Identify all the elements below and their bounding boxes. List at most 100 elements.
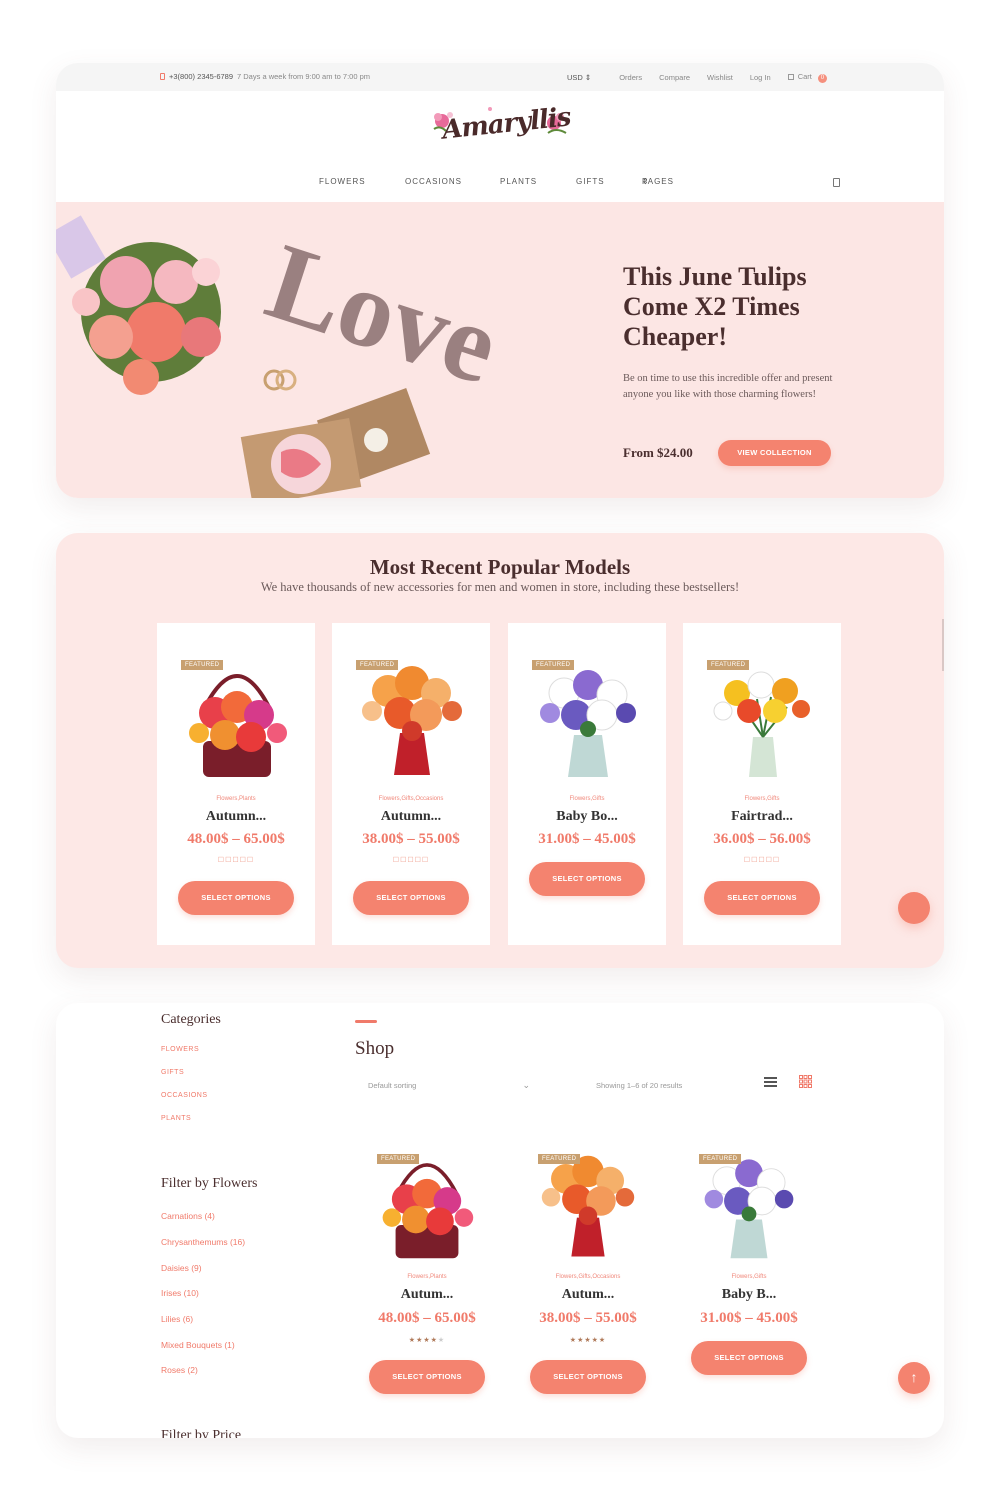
select-options-button[interactable]: SELECT OPTIONS xyxy=(369,1360,485,1394)
product-price: 38.00$ – 55.00$ xyxy=(362,831,460,847)
product-name[interactable]: Autum... xyxy=(357,1287,497,1303)
currency-select[interactable]: USD ⇕ xyxy=(567,73,591,82)
product-rating: ☐☐☐☐☐ xyxy=(743,857,781,864)
compare-link[interactable]: Compare xyxy=(659,73,690,82)
star-icon: ★ xyxy=(423,1337,431,1344)
product-card[interactable]: FEATURED Flowers,Gifts,Occasions Autumn.… xyxy=(332,623,490,945)
filter-price-title: Filter by Price xyxy=(161,1428,242,1438)
top-bar: +3(800) 2345-6789 7 Days a week from 9:0… xyxy=(56,63,944,91)
top-links: USD ⇕ Orders Compare Wishlist Log In Car… xyxy=(567,72,827,83)
category-flowers[interactable]: FLOWERS xyxy=(161,1046,199,1053)
filter-carnations[interactable]: Carnations (4) xyxy=(161,1211,215,1221)
product-categories[interactable]: Flowers,Gifts xyxy=(508,796,666,802)
shop-section: Categories FLOWERS GIFTS OCCASIONS PLANT… xyxy=(56,1003,944,1438)
list-view-icon[interactable] xyxy=(764,1077,777,1087)
floating-action-button[interactable] xyxy=(898,892,930,924)
featured-badge: FEATURED xyxy=(181,660,224,670)
product-categories[interactable]: Flowers,Plants xyxy=(157,796,315,802)
product-rating: ☐☐☐☐☐ xyxy=(217,857,255,864)
select-options-button[interactable]: SELECT OPTIONS xyxy=(704,881,820,915)
svg-text:Love: Love xyxy=(254,220,513,408)
featured-badge: FEATURED xyxy=(377,1154,420,1164)
product-categories[interactable]: Flowers,Gifts xyxy=(679,1274,819,1280)
star-icon: ★ xyxy=(584,1337,592,1344)
product-name[interactable]: Baby Bo... xyxy=(508,809,666,825)
cart-label: Cart xyxy=(797,72,812,81)
product-rating: ☐☐☐☐☐ xyxy=(392,857,430,864)
product-price: 38.00$ – 55.00$ xyxy=(539,1310,637,1326)
select-options-button[interactable]: SELECT OPTIONS xyxy=(530,1360,646,1394)
filter-chrysanthemums[interactable]: Chrysanthemums (16) xyxy=(161,1237,245,1247)
category-plants[interactable]: PLANTS xyxy=(161,1115,191,1122)
featured-badge: FEATURED xyxy=(538,1154,581,1164)
filter-irises[interactable]: Irises (10) xyxy=(161,1288,199,1298)
nav-pages[interactable]: PAGES ⇕ xyxy=(642,177,673,186)
product-categories[interactable]: Flowers,Gifts,Occasions xyxy=(518,1274,658,1280)
nav-plants[interactable]: PLANTS xyxy=(500,177,537,186)
arrow-up-icon: ↑ xyxy=(910,1369,918,1385)
product-rating: ★★★★★ xyxy=(357,1336,497,1344)
filter-flowers-title: Filter by Flowers xyxy=(161,1176,258,1191)
chevron-down-icon: ⌄ xyxy=(522,1080,530,1090)
section-subtitle: We have thousands of new accessories for… xyxy=(260,580,740,594)
rating-stars: ★★★★★ xyxy=(570,1337,606,1344)
scroll-to-top-button[interactable]: ↑ xyxy=(898,1362,930,1394)
results-count: Showing 1–6 of 20 results xyxy=(596,1081,683,1090)
filter-mixed-bouquets[interactable]: Mixed Bouquets (1) xyxy=(161,1340,235,1350)
select-options-button[interactable]: SELECT OPTIONS xyxy=(353,881,469,915)
product-categories[interactable]: Flowers,Gifts xyxy=(683,796,841,802)
shop-title: Shop xyxy=(355,1038,395,1059)
view-collection-button[interactable]: VIEW COLLECTION xyxy=(718,440,831,466)
categories-title: Categories xyxy=(161,1012,221,1027)
scrollbar[interactable] xyxy=(942,619,944,671)
product-card[interactable]: FEATURED Flowers,Plants Autumn... 48.00$… xyxy=(157,623,315,945)
product-name[interactable]: Autumn... xyxy=(332,809,490,825)
filter-daisies[interactable]: Daisies (9) xyxy=(161,1263,202,1273)
star-icon: ★ xyxy=(598,1337,607,1344)
nav-flowers[interactable]: FLOWERS xyxy=(319,177,366,186)
product-name[interactable]: Fairtrad... xyxy=(683,809,841,825)
category-gifts[interactable]: GIFTS xyxy=(161,1069,184,1076)
filter-lilies[interactable]: Lilies (6) xyxy=(161,1314,193,1324)
search-icon[interactable] xyxy=(833,178,840,187)
sorting-select[interactable]: Default sorting ⌄ xyxy=(368,1080,530,1090)
nav-occasions[interactable]: OCCASIONS xyxy=(405,177,462,186)
title-accent-bar xyxy=(355,1020,377,1023)
filter-roses[interactable]: Roses (2) xyxy=(161,1365,198,1375)
product-name[interactable]: Autumn... xyxy=(157,809,315,825)
wishlist-link[interactable]: Wishlist xyxy=(707,73,733,82)
hero-title: This June Tulips Come X2 Times Cheaper! xyxy=(623,262,807,351)
product-categories[interactable]: Flowers,Plants xyxy=(357,1274,497,1280)
nav-gifts[interactable]: GIFTS xyxy=(576,177,605,186)
cart-icon xyxy=(787,74,794,80)
cart-link[interactable]: Cart 0 xyxy=(787,72,827,83)
shop-product-card[interactable]: FEATURED Flowers,Gifts,Occasions Autum..… xyxy=(518,1140,658,1400)
hero-price: From $24.00 xyxy=(623,445,693,460)
shop-product-card[interactable]: FEATURED Flowers,Gifts Baby B... 31.00$ … xyxy=(679,1140,819,1400)
product-name[interactable]: Autum... xyxy=(518,1287,658,1303)
product-price: 48.00$ – 65.00$ xyxy=(187,831,285,847)
star-icon: ★ xyxy=(430,1337,438,1344)
currency-label: USD xyxy=(567,73,583,82)
select-options-button[interactable]: SELECT OPTIONS xyxy=(178,881,294,915)
contact-info: +3(800) 2345-6789 7 Days a week from 9:0… xyxy=(160,72,370,81)
product-name[interactable]: Baby B... xyxy=(679,1287,819,1303)
select-options-button[interactable]: SELECT OPTIONS xyxy=(691,1341,807,1375)
shop-product-card[interactable]: FEATURED Flowers,Plants Autum... 48.00$ … xyxy=(357,1140,497,1400)
product-card[interactable]: FEATURED Flowers,Gifts Baby Bo... 31.00$… xyxy=(508,623,666,945)
grid-view-icon[interactable] xyxy=(799,1075,812,1088)
phone-number[interactable]: +3(800) 2345-6789 xyxy=(169,72,233,81)
hero-description: Be on time to use this incredible offer … xyxy=(623,373,833,400)
login-link[interactable]: Log In xyxy=(750,73,771,82)
popular-models-section: Most Recent Popular Models We have thous… xyxy=(56,533,944,968)
working-hours: 7 Days a week from 9:00 am to 7:00 pm xyxy=(237,72,370,81)
product-card[interactable]: FEATURED Flowers,Gifts Fairtrad... 36.00… xyxy=(683,623,841,945)
main-nav: FLOWERS OCCASIONS PLANTS GIFTS PAGES ⇕ xyxy=(56,177,944,201)
star-icon: ★ xyxy=(437,1337,446,1344)
category-occasions[interactable]: OCCASIONS xyxy=(161,1092,208,1099)
select-options-button[interactable]: SELECT OPTIONS xyxy=(529,862,645,896)
featured-badge: FEATURED xyxy=(707,660,750,670)
rating-stars: ★★★★★ xyxy=(409,1337,445,1344)
orders-link[interactable]: Orders xyxy=(619,73,642,82)
product-categories[interactable]: Flowers,Gifts,Occasions xyxy=(332,796,490,802)
